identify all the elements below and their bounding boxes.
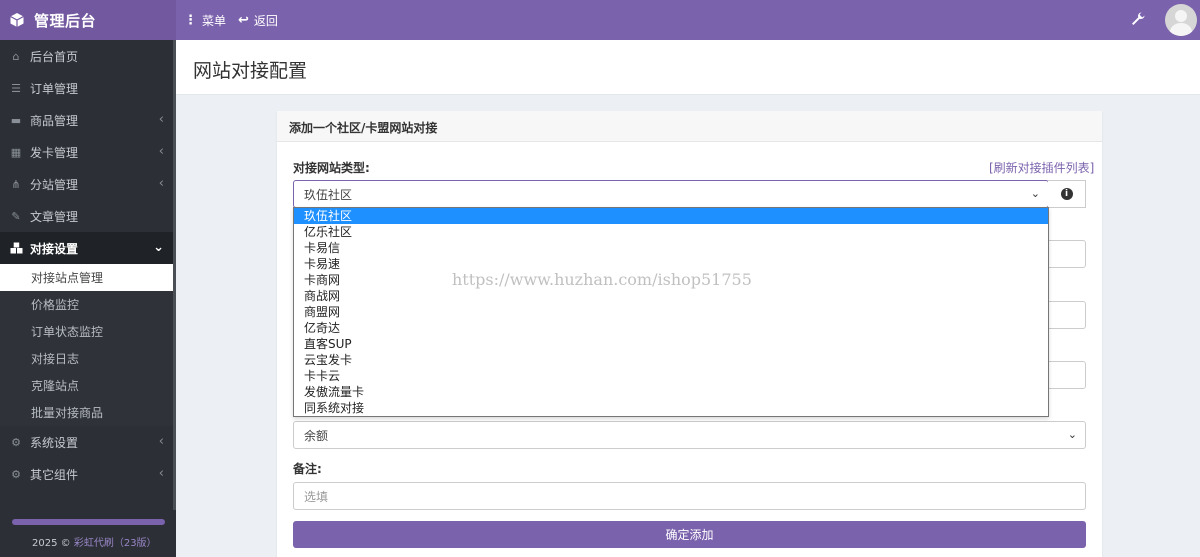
- sidebar-item-system-settings[interactable]: ⚙ 系统设置 ‹: [0, 426, 176, 458]
- sidebar-item-label: 发卡管理: [30, 145, 79, 160]
- payment-method-value: 余额: [304, 428, 329, 443]
- back-arrow-icon: ↩: [238, 12, 249, 28]
- sidebar-item-cards[interactable]: ▦ 发卡管理 ‹: [0, 136, 176, 168]
- remark-label: 备注:: [293, 462, 322, 476]
- sidebar-item-label: 后台首页: [30, 49, 79, 64]
- chevron-left-icon: ‹: [158, 144, 164, 159]
- sidebar-item-label: 系统设置: [30, 435, 79, 450]
- sidebar-item-label: 商品管理: [30, 113, 79, 128]
- dropdown-option[interactable]: 亿奇达: [294, 320, 1048, 336]
- site-type-dropdown-list[interactable]: 玖伍社区 亿乐社区 卡易信 卡易速 卡商网 商战网 商盟网 亿奇达 直客SUP …: [293, 207, 1049, 417]
- dropdown-option[interactable]: 玖伍社区: [294, 208, 1048, 224]
- dropdown-option[interactable]: 商盟网: [294, 304, 1048, 320]
- chevron-down-icon: ⌄: [1067, 428, 1077, 441]
- content-header: 网站对接配置: [176, 40, 1200, 95]
- sidebar-item-other-components[interactable]: ⚙ 其它组件 ‹: [0, 458, 176, 490]
- chevron-left-icon: ‹: [158, 176, 164, 191]
- chevron-down-icon: ⌄: [153, 240, 164, 255]
- dropdown-option[interactable]: 卡易信: [294, 240, 1048, 256]
- sidebar-item-label: 订单管理: [30, 81, 79, 96]
- remark-placeholder: 选填: [304, 489, 329, 504]
- cube-icon: [8, 11, 26, 29]
- sidebar-item-label: 文章管理: [30, 209, 79, 224]
- top-header: 管理后台 ⋮ 菜单 ↩ 返回: [0, 0, 1200, 40]
- chevron-down-icon: ⌄: [1030, 187, 1040, 200]
- chevron-left-icon: ‹: [158, 112, 164, 127]
- panel-heading: 添加一个社区/卡盟网站对接: [277, 111, 1102, 142]
- sidebar-subitem-price-monitor[interactable]: 价格监控: [0, 291, 176, 318]
- sidebar-subitem-batch-products[interactable]: 批量对接商品: [0, 399, 176, 426]
- dropdown-option[interactable]: 直客SUP: [294, 336, 1048, 352]
- site-type-selected-value: 玖伍社区: [304, 187, 353, 202]
- avatar[interactable]: [1165, 4, 1197, 36]
- chevron-left-icon: ‹: [158, 434, 164, 449]
- dropdown-option[interactable]: 同系统对接: [294, 400, 1048, 416]
- brand[interactable]: 管理后台: [0, 0, 176, 40]
- cubes-icon: [9, 242, 23, 254]
- dropdown-option[interactable]: 发傲流量卡: [294, 384, 1048, 400]
- dropdown-option[interactable]: 云宝发卡: [294, 352, 1048, 368]
- dropdown-option[interactable]: 亿乐社区: [294, 224, 1048, 240]
- refresh-plugin-list-link[interactable]: [刷新对接插件列表]: [989, 159, 1094, 176]
- sidebar-subitem-docking-log[interactable]: 对接日志: [0, 345, 176, 372]
- sidebar-subitem-order-status-monitor[interactable]: 订单状态监控: [0, 318, 176, 345]
- footer-accent-bar: [12, 519, 165, 525]
- footer-copyright: 2025 © 彩虹代刷（23版）: [32, 534, 157, 549]
- sidebar-item-articles[interactable]: ✎ 文章管理: [0, 200, 176, 232]
- sidebar-item-products[interactable]: ▬ 商品管理 ‹: [0, 104, 176, 136]
- edit-icon: ✎: [11, 209, 21, 223]
- site-type-info-addon[interactable]: i: [1048, 180, 1086, 208]
- gear-icon: ⚙: [11, 435, 21, 449]
- info-icon: i: [1060, 188, 1073, 200]
- back-link[interactable]: ↩ 返回: [238, 12, 278, 29]
- wrench-icon[interactable]: [1130, 11, 1148, 29]
- sidebar-subitem-clone-site[interactable]: 克隆站点: [0, 372, 176, 399]
- sidebar-item-docking[interactable]: 对接设置 ⌄: [0, 232, 176, 264]
- cogs-icon: ⚙: [11, 467, 21, 481]
- grid-icon: ▦: [10, 145, 22, 159]
- sidebar-item-substations[interactable]: ⋔ 分站管理 ‹: [0, 168, 176, 200]
- avatar-head: [1175, 10, 1187, 22]
- page-title: 网站对接配置: [193, 60, 308, 82]
- sitemap-icon: ⋔: [11, 177, 21, 191]
- cart-icon: ▬: [10, 113, 22, 127]
- sidebar-footer: 2025 © 彩虹代刷（23版）: [0, 512, 176, 557]
- menu-toggle-link[interactable]: ⋮ 菜单: [184, 12, 226, 29]
- list-icon: ☰: [11, 81, 21, 95]
- site-type-label: 对接网站类型:: [293, 161, 370, 175]
- chevron-left-icon: ‹: [158, 466, 164, 481]
- top-nav: ⋮ 菜单 ↩ 返回: [184, 0, 290, 40]
- confirm-add-button[interactable]: 确定添加: [293, 521, 1086, 548]
- remark-input[interactable]: 选填: [293, 482, 1086, 510]
- dropdown-option[interactable]: 卡卡云: [294, 368, 1048, 384]
- sidebar-subitem-site-management[interactable]: 对接站点管理: [0, 264, 176, 291]
- sidebar-item-label: 对接设置: [30, 241, 79, 256]
- footer-year: 2025 ©: [32, 538, 71, 549]
- footer-product-link[interactable]: 彩虹代刷（23版）: [74, 538, 157, 549]
- watermark-text: https://www.huzhan.com/ishop51755: [452, 270, 752, 289]
- docking-submenu: 对接站点管理 价格监控 订单状态监控 对接日志 克隆站点 批量对接商品: [0, 264, 176, 426]
- sidebar-scrollbar[interactable]: [173, 40, 176, 510]
- sidebar-item-home[interactable]: ⌂ 后台首页: [0, 40, 176, 72]
- home-icon: ⌂: [12, 49, 20, 63]
- dropdown-option[interactable]: 商战网: [294, 288, 1048, 304]
- site-type-select[interactable]: 玖伍社区 ⌄: [293, 180, 1049, 208]
- sidebar-item-label: 分站管理: [30, 177, 79, 192]
- sidebar-item-orders[interactable]: ☰ 订单管理: [0, 72, 176, 104]
- brand-title: 管理后台: [34, 11, 97, 30]
- avatar-body: [1170, 23, 1192, 36]
- sidebar-item-label: 其它组件: [30, 467, 79, 482]
- menu-dots-icon: ⋮: [184, 12, 197, 28]
- back-label: 返回: [253, 13, 278, 28]
- payment-method-select[interactable]: 余额 ⌄: [293, 421, 1086, 449]
- sidebar: ⌂ 后台首页 ☰ 订单管理 ▬ 商品管理 ‹ ▦ 发卡管理 ‹ ⋔ 分站管理 ‹…: [0, 40, 176, 557]
- menu-toggle-label: 菜单: [202, 13, 227, 28]
